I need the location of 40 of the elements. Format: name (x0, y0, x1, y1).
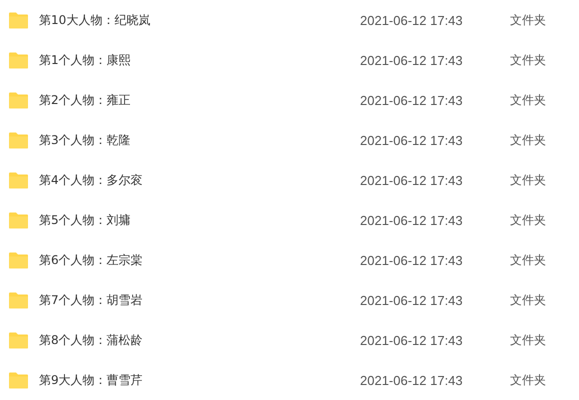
folder-name[interactable]: 第4个人物：多尔衮 (39, 172, 360, 188)
folder-icon (8, 372, 29, 388)
modified-date: 2021-06-12 17:43 (360, 52, 464, 68)
folder-name[interactable]: 第3个人物：乾隆 (39, 132, 360, 148)
modified-date: 2021-06-12 17:43 (360, 12, 464, 28)
file-type: 文件夹 (510, 52, 546, 68)
folder-name[interactable]: 第1个人物：康熙 (39, 52, 360, 68)
folder-name[interactable]: 第10大人物：纪晓岚 (39, 12, 360, 28)
modified-date: 2021-06-12 17:43 (360, 172, 464, 188)
folder-icon (8, 332, 29, 348)
folder-icon (8, 212, 29, 228)
file-type: 文件夹 (510, 92, 546, 108)
file-type: 文件夹 (510, 252, 546, 268)
folder-name[interactable]: 第8个人物：蒲松龄 (39, 332, 360, 348)
file-type: 文件夹 (510, 212, 546, 228)
folder-icon (8, 172, 29, 188)
folder-icon (8, 92, 29, 108)
modified-date: 2021-06-12 17:43 (360, 332, 464, 348)
folder-icon (8, 132, 29, 148)
file-type: 文件夹 (510, 132, 546, 148)
modified-date: 2021-06-12 17:43 (360, 292, 464, 308)
folder-icon (8, 52, 29, 68)
modified-date: 2021-06-12 17:43 (360, 92, 464, 108)
file-type: 文件夹 (510, 292, 546, 308)
modified-date: 2021-06-12 17:43 (360, 252, 464, 268)
folder-icon (8, 252, 29, 268)
file-type: 文件夹 (510, 172, 546, 188)
folder-name[interactable]: 第6个人物：左宗棠 (39, 252, 360, 268)
file-type: 文件夹 (510, 332, 546, 348)
modified-date: 2021-06-12 17:43 (360, 212, 464, 228)
folder-name[interactable]: 第9大人物：曹雪芹 (39, 372, 360, 388)
folder-icon (8, 12, 29, 28)
folder-icon (8, 292, 29, 308)
folder-name[interactable]: 第5个人物：刘墉 (39, 212, 360, 228)
file-type: 文件夹 (510, 12, 546, 28)
folder-name[interactable]: 第2个人物：雍正 (39, 92, 360, 108)
modified-date: 2021-06-12 17:43 (360, 132, 464, 148)
modified-date: 2021-06-12 17:43 (360, 372, 464, 388)
folder-name[interactable]: 第7个人物：胡雪岩 (39, 292, 360, 308)
file-type: 文件夹 (510, 372, 546, 388)
